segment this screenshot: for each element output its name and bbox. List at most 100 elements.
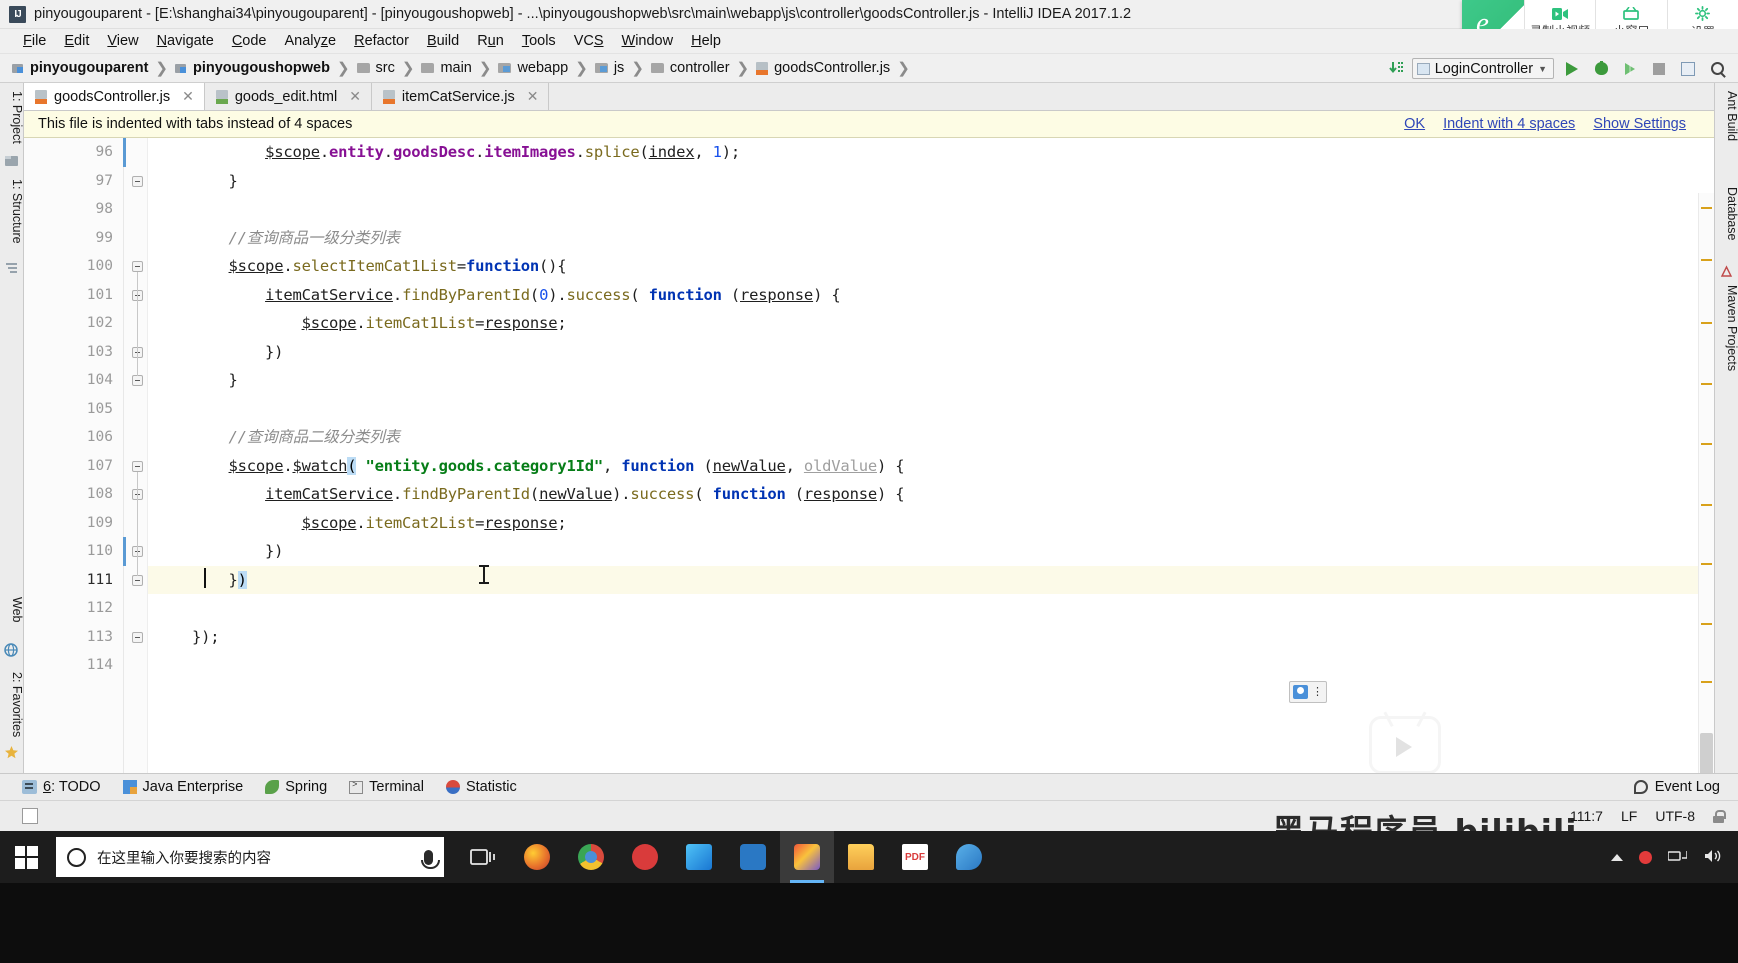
firefox-icon[interactable] xyxy=(510,831,564,883)
close-icon[interactable]: ✕ xyxy=(527,88,539,105)
bottom-item-todo[interactable]: 6: TODO xyxy=(22,779,101,795)
breadcrumb-item-pinyougoushopweb[interactable]: pinyougoushopweb xyxy=(175,60,330,76)
pdf-icon[interactable]: PDF xyxy=(888,831,942,883)
menu-code[interactable]: Code xyxy=(223,32,276,50)
sidebar-item-web[interactable]: Web xyxy=(0,593,24,622)
menu-file[interactable]: File xyxy=(14,32,55,50)
menu-window[interactable]: Window xyxy=(613,32,683,50)
error-stripe-marker-column[interactable] xyxy=(1698,193,1714,773)
sidebar-item-ant-build[interactable]: Ant Build xyxy=(1715,87,1738,141)
task-view-icon[interactable] xyxy=(456,831,510,883)
folder-blue-icon xyxy=(594,62,609,74)
code-folding-column[interactable] xyxy=(124,138,148,773)
volume-icon[interactable] xyxy=(1703,848,1722,867)
java-enterprise-icon xyxy=(122,780,137,794)
network-icon[interactable] xyxy=(1667,848,1688,866)
banner-show-settings-link[interactable]: Show Settings xyxy=(1593,116,1686,132)
breadcrumb-label: controller xyxy=(669,60,730,76)
menu-analyze[interactable]: Analyze xyxy=(276,32,346,50)
update-project-icon[interactable] xyxy=(1388,60,1405,77)
windows-start-icon[interactable] xyxy=(0,831,52,883)
breadcrumb-item-js[interactable]: js xyxy=(594,60,624,76)
code-text-area[interactable]: $scope.entity.goodsDesc.itemImages.splic… xyxy=(148,138,1714,773)
status-line-separator[interactable]: LF xyxy=(1621,808,1637,824)
close-icon[interactable]: ✕ xyxy=(349,88,361,105)
breadcrumb-label: webapp xyxy=(517,60,569,76)
breadcrumb-item-main[interactable]: main xyxy=(421,60,472,76)
line-number-gutter[interactable]: 96 97 98 99 100 101 102 103 104 105 106 107 108 109 11… xyxy=(24,138,124,773)
editor-icon[interactable] xyxy=(942,831,996,883)
code-fold-icon[interactable] xyxy=(132,574,143,586)
status-encoding[interactable]: UTF-8 xyxy=(1655,808,1695,824)
menu-run[interactable]: Run xyxy=(468,32,513,50)
debug-button[interactable] xyxy=(1590,58,1612,80)
code-fold-icon[interactable] xyxy=(132,175,143,187)
breadcrumb-item-controller[interactable]: controller xyxy=(650,60,730,76)
bottom-item-java-enterprise[interactable]: Java Enterprise xyxy=(122,779,243,795)
sidebar-item-structure[interactable]: 1: Structure xyxy=(0,175,24,244)
menu-bar: File Edit View Navigate Code Analyze Ref… xyxy=(0,29,1738,54)
tab-itemcatservice-js[interactable]: itemCatService.js ✕ xyxy=(372,83,550,110)
folder-icon xyxy=(421,62,435,74)
sidebar-item-favorites[interactable]: 2: Favorites xyxy=(0,668,24,737)
banner-indent-link[interactable]: Indent with 4 spaces xyxy=(1443,116,1575,132)
breadcrumb-item-goodscontroller[interactable]: goodsController.js xyxy=(756,60,890,76)
menu-vcs[interactable]: VCS xyxy=(565,32,613,50)
microphone-icon[interactable] xyxy=(421,849,440,869)
code-editor[interactable]: 96 97 98 99 100 101 102 103 104 105 106 107 108 109 11… xyxy=(24,138,1714,773)
menu-refactor[interactable]: Refactor xyxy=(345,32,418,50)
line-number: 110 xyxy=(86,543,113,559)
code-fold-icon[interactable] xyxy=(132,460,143,472)
line-number: 104 xyxy=(86,372,113,388)
caret-up-icon[interactable] xyxy=(1611,853,1623,861)
vm-icon[interactable] xyxy=(726,831,780,883)
opera-icon[interactable] xyxy=(618,831,672,883)
tab-goodscontroller-js[interactable]: goodsController.js ✕ xyxy=(24,83,205,110)
breadcrumb-item-webapp[interactable]: webapp xyxy=(498,60,568,76)
explorer-icon[interactable] xyxy=(834,831,888,883)
menu-navigate[interactable]: Navigate xyxy=(148,32,223,50)
breadcrumb-item-src[interactable]: src xyxy=(356,60,395,76)
code-fold-icon[interactable] xyxy=(132,631,143,643)
tab-label: itemCatService.js xyxy=(401,88,515,105)
sidebar-item-maven-projects[interactable]: Maven Projects xyxy=(1715,281,1738,371)
tab-goods-edit-html[interactable]: goods_edit.html ✕ xyxy=(205,83,372,110)
bottom-item-spring[interactable]: Spring xyxy=(265,779,327,795)
menu-edit[interactable]: Edit xyxy=(55,32,98,50)
sidebar-item-database[interactable]: Database xyxy=(1715,183,1738,241)
database-button[interactable] xyxy=(1677,58,1699,80)
status-memory-indicator[interactable] xyxy=(22,808,38,824)
menu-help[interactable]: Help xyxy=(682,32,730,50)
menu-view[interactable]: View xyxy=(98,32,147,50)
line-number: 99 xyxy=(95,229,113,246)
intellij-idea-icon: IJ xyxy=(9,5,26,23)
ime-menu-icon[interactable]: ⋮ xyxy=(1312,686,1323,698)
line-number: 102 xyxy=(86,315,113,331)
run-with-coverage-button[interactable] xyxy=(1619,58,1641,80)
breadcrumb-item-pinyougouparent[interactable]: pinyougouparent xyxy=(12,60,148,76)
intellij-idea-taskbar-icon[interactable] xyxy=(780,831,834,883)
editor-scrollbar-thumb[interactable] xyxy=(1700,733,1713,773)
ime-status-widget[interactable]: ⋮ xyxy=(1289,681,1327,703)
code-fold-icon[interactable] xyxy=(132,375,143,386)
chrome-icon[interactable] xyxy=(564,831,618,883)
menu-build[interactable]: Build xyxy=(418,32,468,50)
lock-icon[interactable] xyxy=(1713,809,1726,823)
navicat-icon[interactable] xyxy=(672,831,726,883)
search-everywhere-icon[interactable] xyxy=(1706,58,1728,80)
structure-icon xyxy=(4,261,19,276)
red-dot-icon[interactable] xyxy=(1639,850,1652,864)
code-fold-icon[interactable] xyxy=(132,261,143,272)
sidebar-item-project[interactable]: 1: Project xyxy=(0,87,24,144)
event-log-button[interactable]: Event Log xyxy=(1633,779,1720,795)
code-line: $scope.entity.goodsDesc.itemImages.splic… xyxy=(265,143,741,161)
bottom-item-statistic[interactable]: Statistic xyxy=(445,779,517,795)
stop-button[interactable] xyxy=(1648,58,1670,80)
run-configuration-selector[interactable]: LoginController ▼ xyxy=(1411,58,1554,79)
menu-tools[interactable]: Tools xyxy=(513,32,565,50)
search-input[interactable]: 在这里输入你要搜索的内容 xyxy=(56,837,444,877)
close-icon[interactable]: ✕ xyxy=(182,88,194,105)
run-button[interactable] xyxy=(1561,58,1583,80)
banner-ok-link[interactable]: OK xyxy=(1404,116,1425,132)
bottom-item-terminal[interactable]: Terminal xyxy=(349,779,424,795)
